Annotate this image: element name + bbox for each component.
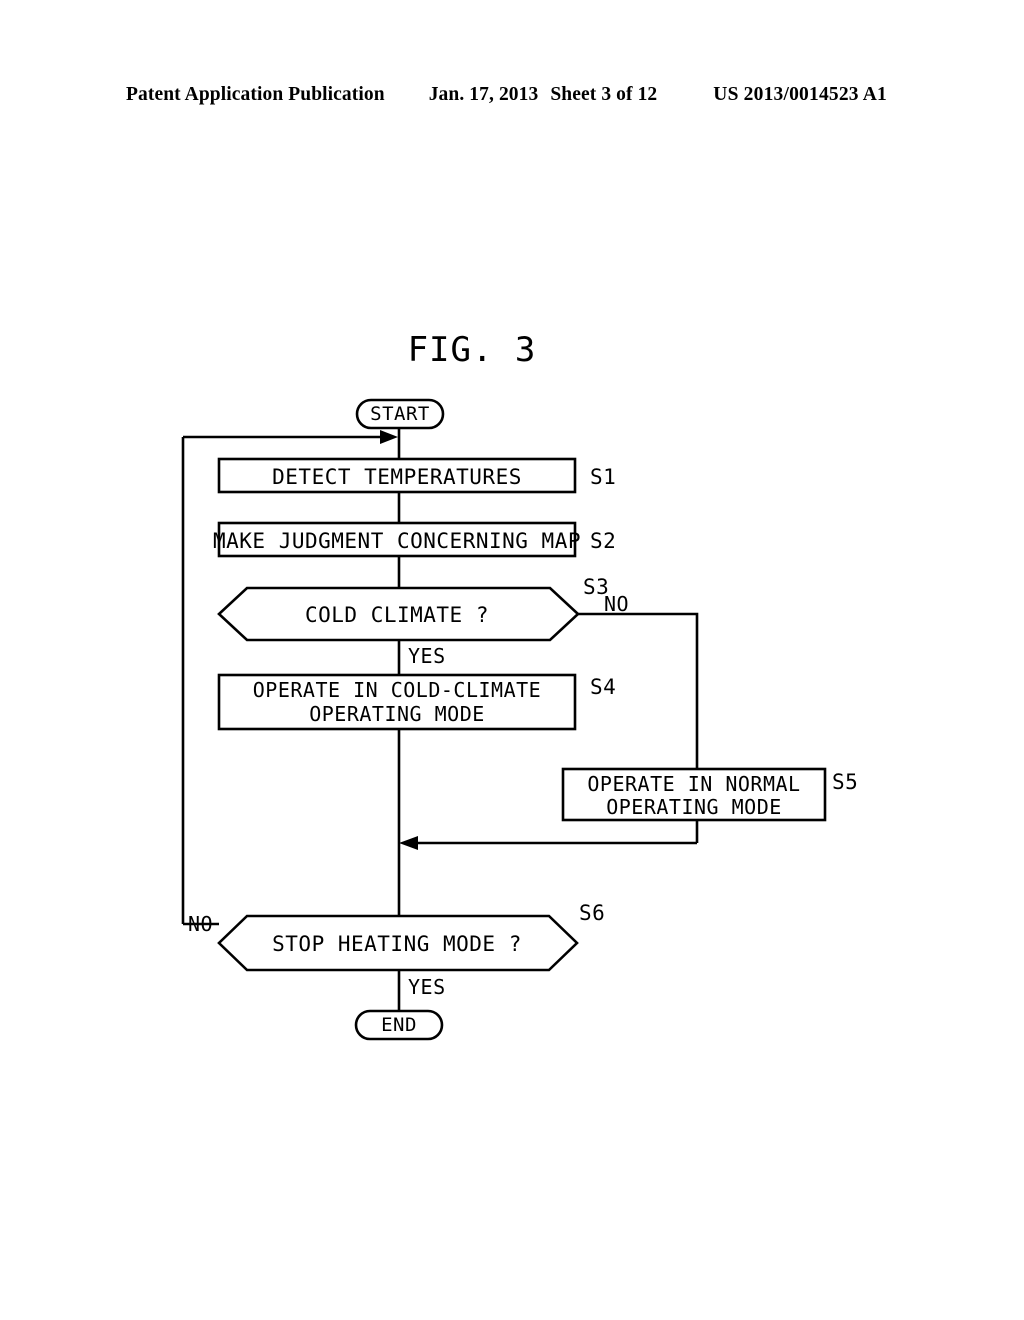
step-s4-label-line2: OPERATING MODE xyxy=(309,702,485,726)
flowchart-diagram: START DETECT TEMPERATURES S1 MAKE JUDGME… xyxy=(0,0,1024,1320)
step-s2-number: S2 xyxy=(590,529,616,553)
step-s2-label: MAKE JUDGMENT CONCERNING MAP xyxy=(213,529,581,553)
branch-label-s6-no: NO xyxy=(188,912,213,936)
branch-label-s6-yes: YES xyxy=(408,975,446,999)
step-s5-label-line1: OPERATE IN NORMAL xyxy=(587,772,800,796)
step-s1-number: S1 xyxy=(590,465,616,489)
end-terminal-label: END xyxy=(381,1014,417,1036)
step-s4-number: S4 xyxy=(590,675,616,699)
step-s5-number: S5 xyxy=(832,770,858,794)
step-s1-label: DETECT TEMPERATURES xyxy=(272,465,522,489)
decision-s6-number: S6 xyxy=(579,901,605,925)
arrowhead-loopback xyxy=(380,430,398,444)
decision-s6-label: STOP HEATING MODE ? xyxy=(272,932,522,956)
decision-s3-label: COLD CLIMATE ? xyxy=(305,603,489,627)
step-s4-label-line1: OPERATE IN COLD-CLIMATE xyxy=(253,678,541,702)
branch-label-s3-no: NO xyxy=(604,592,629,616)
branch-label-s3-yes: YES xyxy=(408,644,446,668)
start-terminal-label: START xyxy=(370,403,430,425)
arrowhead-merge xyxy=(399,836,418,850)
step-s5-label-line2: OPERATING MODE xyxy=(606,795,782,819)
